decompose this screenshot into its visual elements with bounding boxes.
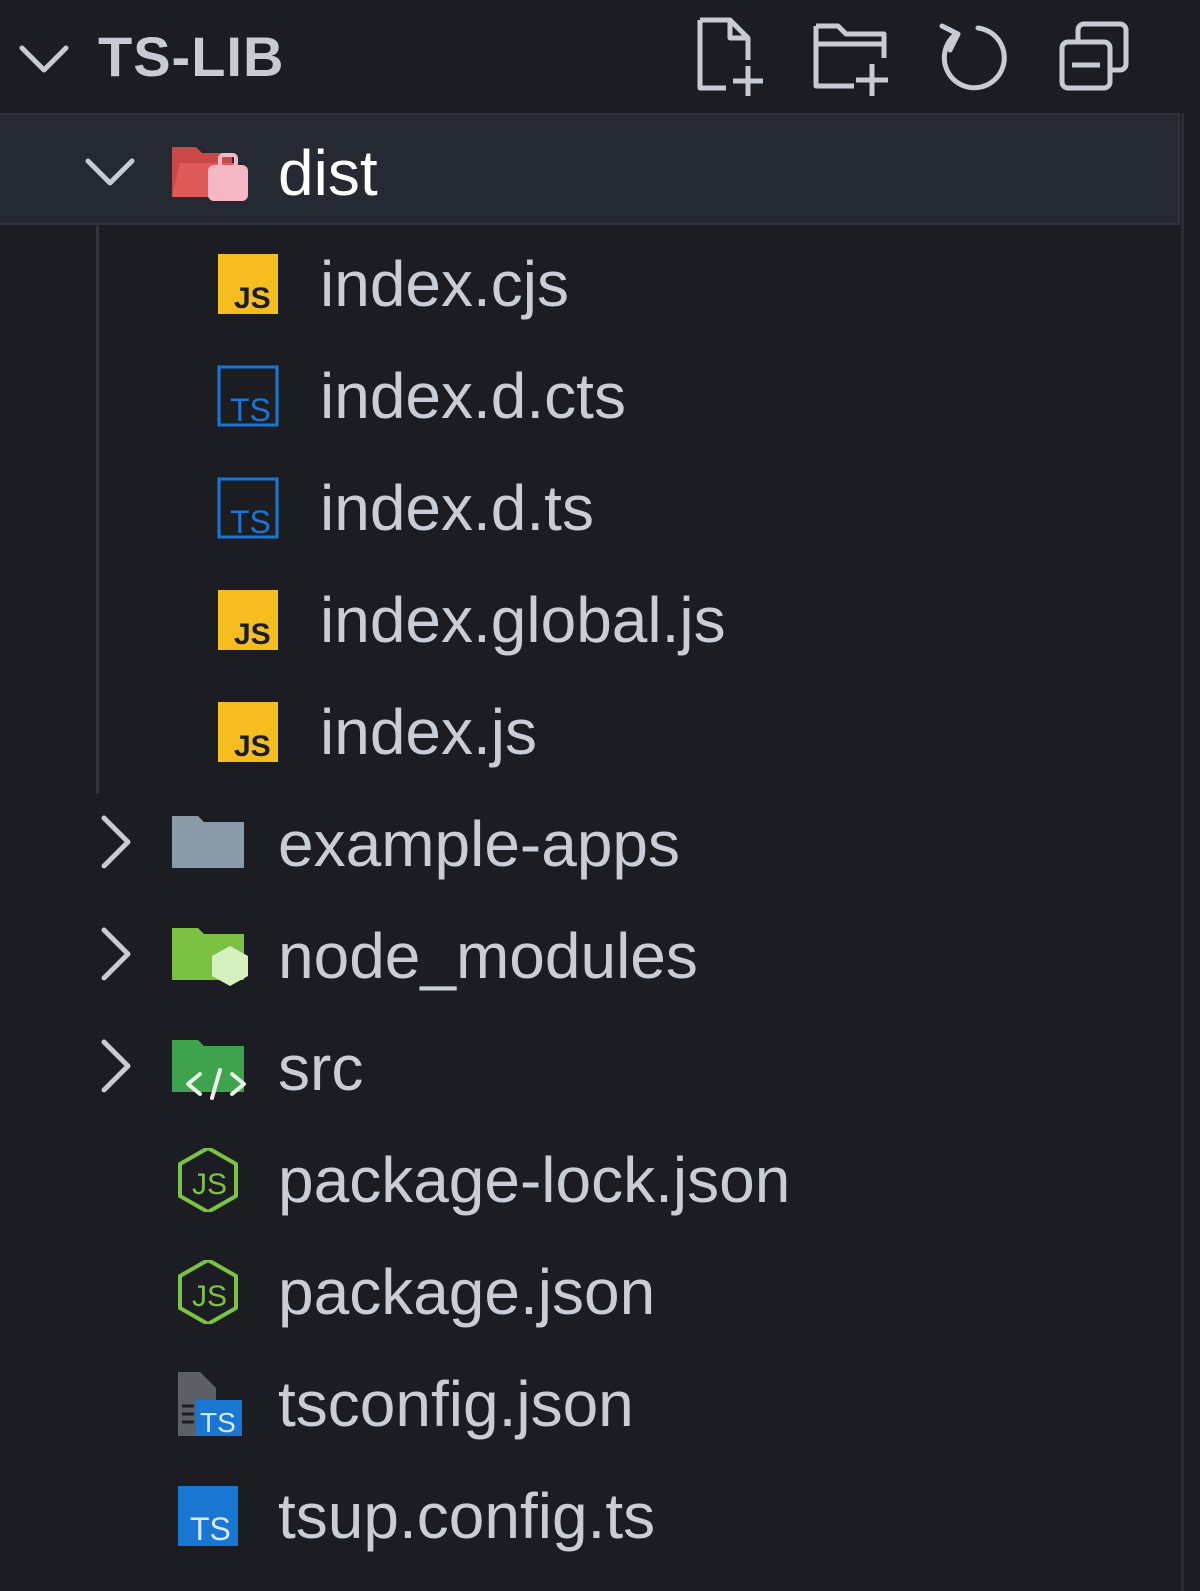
javascript-file-icon: JS [218, 254, 278, 315]
chevron-down-icon[interactable] [80, 141, 140, 201]
new-file-icon [697, 17, 763, 96]
tree-item-package-lock-json[interactable]: JS package-lock.json [0, 1122, 1180, 1234]
collapse-all-icon [1059, 21, 1129, 91]
explorer-header[interactable]: TS-LIB [0, 0, 1200, 113]
typescript-file-icon: TS [178, 1486, 238, 1547]
svg-text:JS: JS [234, 618, 271, 651]
typescript-definition-icon: TS [217, 365, 279, 428]
chevron-right-icon[interactable] [86, 1036, 146, 1096]
tree-item-index-d-ts[interactable]: TS index.d.ts [0, 450, 1180, 562]
refresh-icon [939, 23, 1007, 91]
tree-item-index-js[interactable]: JS index.js [0, 674, 1180, 786]
javascript-file-icon: JS [218, 590, 278, 651]
tree-item-label: package.json [278, 1256, 656, 1328]
tree-item-index-cjs[interactable]: JS index.cjs [0, 226, 1180, 338]
tree-item-label: package-lock.json [278, 1144, 791, 1216]
tsconfig-icon: TS [178, 1372, 242, 1436]
tree-item-label: dist [278, 137, 378, 209]
new-folder-button[interactable] [810, 14, 894, 98]
tree-item-index-d-cts[interactable]: TS index.d.cts [0, 338, 1180, 450]
tree-item-src[interactable]: src [0, 1010, 1180, 1122]
tree-item-label: index.global.js [320, 584, 726, 656]
tree-item-index-global-js[interactable]: JS index.global.js [0, 562, 1180, 674]
svg-text:JS: JS [192, 1280, 227, 1313]
nodejs-icon: JS [178, 1148, 238, 1212]
chevron-right-icon[interactable] [86, 924, 146, 984]
nodejs-icon: JS [178, 1260, 238, 1324]
refresh-button[interactable] [930, 14, 1014, 98]
svg-text:JS: JS [234, 730, 271, 763]
tree-item-label: example-apps [278, 808, 680, 880]
svg-text:TS: TS [230, 392, 271, 428]
tree-item-dist[interactable]: dist [0, 113, 1180, 225]
tree-item-tsconfig-json[interactable]: TS tsconfig.json [0, 1346, 1180, 1458]
svg-text:TS: TS [190, 1511, 231, 1547]
tree-item-label: index.js [320, 696, 537, 768]
tree-item-label: src [278, 1032, 364, 1104]
tree-item-label: node_modules [278, 920, 698, 992]
tree-item-package-json[interactable]: JS package.json [0, 1234, 1180, 1346]
scrollbar-track[interactable] [1181, 113, 1184, 1591]
svg-text:TS: TS [200, 1407, 236, 1436]
typescript-definition-icon: TS [217, 477, 279, 540]
folder-icon [172, 816, 244, 868]
tree-item-label: tsconfig.json [278, 1368, 634, 1440]
chevron-down-icon[interactable] [14, 28, 74, 88]
workspace-title: TS-LIB [98, 25, 285, 88]
svg-text:JS: JS [192, 1168, 227, 1201]
tree-item-label: tsup.config.ts [278, 1480, 656, 1552]
tree-item-tsup-config-ts[interactable]: TS tsup.config.ts [0, 1458, 1180, 1570]
tree-item-node-modules[interactable]: node_modules [0, 898, 1180, 1010]
source-folder-icon [172, 1040, 246, 1100]
chevron-right-icon[interactable] [86, 812, 146, 872]
new-file-button[interactable] [690, 14, 774, 98]
tree-item-label: index.d.ts [320, 472, 594, 544]
tree-item-label: index.cjs [320, 248, 569, 320]
tree-item-example-apps[interactable]: example-apps [0, 786, 1180, 898]
collapse-all-button[interactable] [1052, 14, 1136, 98]
javascript-file-icon: JS [218, 702, 278, 763]
svg-text:JS: JS [234, 282, 271, 315]
dist-folder-open-icon [172, 147, 248, 201]
node-modules-folder-icon [172, 928, 248, 986]
new-folder-icon [813, 23, 888, 96]
tree-item-label: index.d.cts [320, 360, 626, 432]
file-explorer: TS-LIB dist JS index.cjs TS index.d.cts … [0, 0, 1200, 1591]
svg-text:TS: TS [230, 504, 271, 540]
